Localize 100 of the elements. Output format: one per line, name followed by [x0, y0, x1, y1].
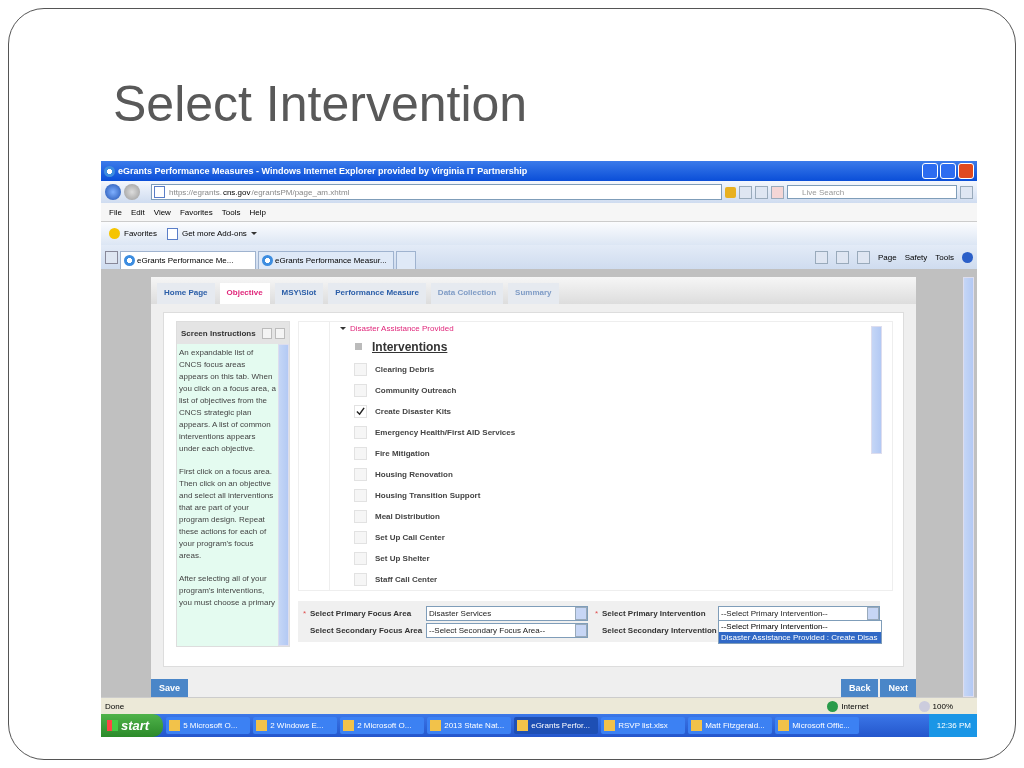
- checkbox[interactable]: [354, 510, 367, 523]
- clock: 12:36 PM: [936, 721, 971, 730]
- required-mark: *: [303, 608, 308, 618]
- taskbar-button[interactable]: 2013 State Nat...: [427, 717, 512, 734]
- back-button[interactable]: [105, 184, 121, 200]
- checkbox[interactable]: [354, 531, 367, 544]
- select-field[interactable]: --Select Primary Intervention--: [718, 605, 880, 621]
- address-field[interactable]: https://egrants.cns.gov/egrantsPM/page_am.xhtml: [151, 184, 722, 200]
- window-title: eGrants Performance Measures - Windows Internet Explorer provided by Virginia IT Partnership: [118, 166, 529, 176]
- taskbar-button[interactable]: Microsoft Offic...: [775, 717, 860, 734]
- page-tab[interactable]: Objective: [219, 283, 270, 304]
- window-icon: [604, 720, 616, 731]
- page-tab[interactable]: Home Page: [157, 283, 215, 304]
- window-icon: [256, 720, 268, 731]
- intervention-label: Housing Renovation: [375, 470, 453, 479]
- checkbox[interactable]: [354, 363, 367, 376]
- field-label: Select Primary Focus Area: [310, 608, 413, 618]
- slide-title: Select Intervention: [113, 75, 529, 134]
- checkbox[interactable]: [354, 426, 367, 439]
- instructions-title: Screen Instructions: [181, 328, 257, 338]
- scrollbar[interactable]: [278, 344, 289, 646]
- back-button[interactable]: Back: [840, 679, 879, 697]
- browser-logo-icon: [104, 165, 115, 177]
- minimize-button[interactable]: [922, 163, 938, 179]
- forward-button[interactable]: [124, 184, 140, 200]
- select-field[interactable]: --Select Secondary Focus Area--: [426, 622, 588, 638]
- taskbar-button[interactable]: 2 Windows E...: [253, 717, 338, 734]
- checkbox[interactable]: [354, 384, 367, 397]
- checkbox[interactable]: [354, 447, 367, 460]
- browser-tab[interactable]: eGrants Performance Me...: [120, 251, 256, 269]
- intervention-label: Staff Call Center: [375, 575, 438, 584]
- taskbar-button[interactable]: 5 Microsoft O...: [166, 717, 251, 734]
- taskbar-button[interactable]: Matt Fitzgerald...: [688, 717, 773, 734]
- collapse-button[interactable]: [262, 327, 272, 339]
- browser-logo-icon: [262, 255, 273, 266]
- command-menu[interactable]: Page: [877, 252, 897, 262]
- intervention-label: Emergency Health/First AID Services: [375, 428, 516, 437]
- menu-item[interactable]: Favorites: [179, 207, 213, 217]
- add-ons-button[interactable]: Get more Add-ons: [166, 227, 257, 240]
- browser-logo-icon: [124, 255, 135, 266]
- field-label: Select Primary Intervention: [602, 608, 707, 618]
- instruction-text: An expandable list of CNCS focus areas appears on this tab. When you click on a focus area, a list of objectives from the CNCS strategic plan appears. A list of common interventions appears under each objective.: [179, 347, 276, 455]
- intervention-label: Set Up Call Center: [375, 533, 445, 542]
- intervention-label: Community Outreach: [375, 386, 457, 395]
- search-field[interactable]: Live Search: [787, 185, 957, 199]
- save-button[interactable]: Save: [151, 679, 189, 697]
- menu-item[interactable]: View: [153, 207, 171, 217]
- menu-item[interactable]: Tools: [221, 207, 241, 217]
- intervention-label: Housing Transition Support: [375, 491, 481, 500]
- intervention-label: Set Up Shelter: [375, 554, 430, 563]
- intervention-label: Fire Mitigation: [375, 449, 430, 458]
- checkbox[interactable]: [354, 405, 367, 418]
- window-icon: [430, 720, 442, 731]
- browser-tab[interactable]: eGrants Performance Measur...: [258, 251, 394, 269]
- security-zone: Internet: [827, 700, 869, 712]
- page-icon: [154, 186, 165, 198]
- favorites-button[interactable]: Favorites: [109, 228, 157, 239]
- maximize-button[interactable]: [940, 163, 956, 179]
- window-icon: [691, 720, 703, 731]
- interventions-heading: Interventions: [372, 339, 448, 354]
- instruction-text: After selecting all of your program's interventions, you must choose a primary: [179, 573, 276, 609]
- command-menu[interactable]: Safety: [904, 252, 928, 262]
- taskbar-button[interactable]: eGrants Perfor...: [514, 717, 599, 734]
- taskbar-button[interactable]: 2 Microsoft O...: [340, 717, 425, 734]
- collapse-icon[interactable]: [355, 343, 362, 350]
- menu-item[interactable]: Help: [249, 207, 266, 217]
- globe-icon: [827, 700, 839, 712]
- page-tab[interactable]: Performance Measure: [328, 283, 426, 304]
- instruction-text: First click on a focus area. Then click on an objective and select all interventions that are part of your program design. Repeat these actions for each of your program's focus areas.: [179, 466, 275, 562]
- checkbox[interactable]: [354, 489, 367, 502]
- window-icon: [169, 720, 181, 731]
- checkbox[interactable]: [354, 573, 367, 586]
- dropdown-option[interactable]: --Select Primary Intervention--: [719, 621, 881, 632]
- menu-item[interactable]: File: [109, 207, 122, 217]
- checkbox[interactable]: [354, 552, 367, 565]
- page-icon: [166, 227, 178, 240]
- next-button[interactable]: Next: [880, 679, 916, 697]
- menu-item[interactable]: Edit: [130, 207, 145, 217]
- command-menu[interactable]: Tools: [935, 252, 954, 262]
- taskbar-button[interactable]: RSVP list.xlsx: [601, 717, 686, 734]
- intervention-label: Meal Distribution: [375, 512, 440, 521]
- url-path: /egrantsPM/page_am.xhtml: [251, 187, 350, 197]
- page-tab[interactable]: MSY\Slot: [274, 283, 324, 304]
- field-label: Select Secondary Focus Area: [310, 625, 424, 635]
- intervention-label: Clearing Debris: [375, 365, 435, 374]
- select-field[interactable]: Disaster Services: [426, 605, 588, 621]
- url-prefix: https://egrants.: [169, 187, 222, 197]
- window-icon: [778, 720, 790, 731]
- required-mark: *: [595, 608, 600, 618]
- checkbox[interactable]: [354, 468, 367, 481]
- zoom-button[interactable]: 100%: [918, 700, 953, 712]
- dropdown-option[interactable]: Disaster Assistance Provided : Create Disas: [719, 632, 881, 643]
- new-tab-button[interactable]: [396, 251, 416, 269]
- field-label: Select Secondary Intervention: [602, 625, 718, 635]
- windows-flag-icon: [107, 720, 118, 731]
- scrollbar[interactable]: [963, 277, 974, 697]
- scrollbar[interactable]: [871, 326, 882, 454]
- url-domain: cns.gov: [222, 187, 251, 197]
- close-button[interactable]: [275, 327, 285, 339]
- objective-link[interactable]: Disaster Assistance Provided: [340, 322, 831, 334]
